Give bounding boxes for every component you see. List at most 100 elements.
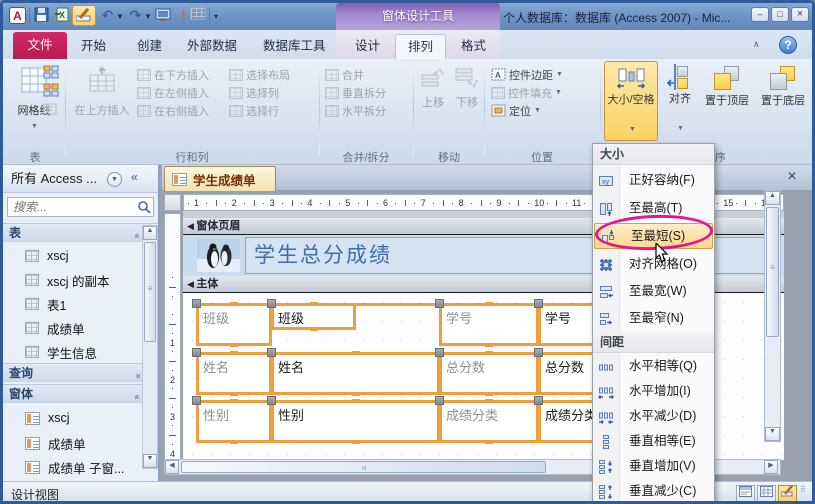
nav-item-form-xscj[interactable]: xscj xyxy=(3,406,143,430)
redo-dropdown-icon[interactable]: ▼ xyxy=(144,12,152,21)
split-horizontal-button[interactable]: 水平拆分 xyxy=(325,102,386,119)
insert-below-button[interactable]: 在下方插入 xyxy=(137,66,209,83)
bring-to-front-button[interactable]: 置于顶层 xyxy=(700,61,754,141)
section-collapse-icon[interactable]: ◀ xyxy=(187,221,196,231)
align-button[interactable]: 对齐 ▼ xyxy=(663,61,697,141)
nav-section-queries[interactable]: 查询 « xyxy=(3,363,158,382)
selection-handle[interactable] xyxy=(267,396,276,405)
document-tab-student-scores[interactable]: 学生成绩单 xyxy=(164,166,276,191)
tab-arrange[interactable]: 排列 xyxy=(395,34,447,59)
undo-icon[interactable]: ↶ xyxy=(99,7,116,24)
nav-item-form-chengjidan-sub[interactable]: 成绩单 子窗... xyxy=(3,455,143,479)
selection-handle[interactable] xyxy=(435,299,444,308)
tab-database-tools[interactable]: 数据库工具 xyxy=(251,34,338,59)
selection-handle[interactable] xyxy=(534,299,543,308)
tabular-layout-icon[interactable] xyxy=(43,83,59,103)
field-label-xuehao[interactable]: 学号 xyxy=(439,302,539,347)
split-vertical-button[interactable]: 垂直拆分 xyxy=(325,84,386,101)
document-vertical-scrollbar[interactable]: ▲ ≡ ▼ xyxy=(764,190,781,442)
insert-right-button[interactable]: 在右侧插入 xyxy=(137,102,209,119)
scroll-up-icon[interactable]: ▲ xyxy=(765,191,780,205)
scrollbar-thumb[interactable]: ≡ xyxy=(181,461,546,473)
nav-section-forms[interactable]: 窗体 « xyxy=(3,384,158,403)
menu-item-equal-horizontal[interactable]: 水平相等(Q) xyxy=(593,354,714,380)
control-margins-button[interactable]: A 控件边距 ▼ xyxy=(491,66,563,83)
design-view-icon[interactable] xyxy=(778,485,797,501)
selection-handle[interactable] xyxy=(435,396,444,405)
nav-item-table-xueshengxinxi[interactable]: 学生信息 xyxy=(3,340,143,364)
nav-item-table-biao1[interactable]: 表1 xyxy=(3,292,143,316)
scroll-left-icon[interactable]: ◀ xyxy=(165,460,179,474)
tab-file[interactable]: 文件 xyxy=(13,32,67,59)
insert-above-button[interactable]: 在上方插入 xyxy=(73,61,131,143)
move-up-button[interactable]: 上移 xyxy=(417,61,449,125)
close-button[interactable]: × xyxy=(791,7,809,22)
control-padding-button[interactable]: 控件填充 ▼ xyxy=(491,84,562,101)
field-label-zongfenshu[interactable]: 总分数 xyxy=(439,351,539,396)
design-view-qat-icon[interactable] xyxy=(72,5,96,26)
field-label-chengjifenlei[interactable]: 成绩分类 xyxy=(439,399,539,444)
section-collapse-icon[interactable]: ◀ xyxy=(187,279,196,289)
anchoring-button[interactable]: 定位 ▼ xyxy=(491,102,541,119)
nav-section-tables[interactable]: 表 « xyxy=(3,223,158,242)
close-document-icon[interactable]: ✕ xyxy=(784,169,800,185)
menu-item-decrease-vertical[interactable]: 垂直减少(C) xyxy=(593,479,714,501)
form-view-icon[interactable] xyxy=(736,485,755,501)
nav-item-table-xscj-copy[interactable]: xscj 的副本 xyxy=(3,268,143,292)
select-layout-button[interactable]: 选择布局 xyxy=(229,66,290,83)
scroll-right-icon[interactable]: ▶ xyxy=(764,460,778,474)
insert-left-button[interactable]: 在左侧插入 xyxy=(137,84,209,101)
nav-item-table-xscj[interactable]: xscj xyxy=(3,244,143,268)
minimize-button[interactable]: – xyxy=(751,7,769,22)
scroll-down-icon[interactable]: ▼ xyxy=(143,454,157,468)
selection-handle[interactable] xyxy=(534,348,543,357)
switch-view-icon[interactable] xyxy=(155,7,172,24)
menu-item-to-narrowest[interactable]: 至最窄(N) xyxy=(593,306,714,332)
help-icon[interactable]: ? xyxy=(779,36,797,54)
export-excel-icon[interactable]: X xyxy=(53,7,70,24)
field-label-xingbie[interactable]: 性别 xyxy=(196,399,272,444)
menu-item-to-fit[interactable]: xy 正好容纳(F) xyxy=(593,168,714,194)
select-row-button[interactable]: 选择行 xyxy=(229,102,279,119)
scrollbar-thumb[interactable]: ≡ xyxy=(766,207,779,337)
selection-handle[interactable] xyxy=(435,348,444,357)
menu-item-to-grid[interactable]: 对齐网格(O) xyxy=(593,252,714,278)
datasheet-view-icon[interactable] xyxy=(757,485,776,501)
tab-design[interactable]: 设计 xyxy=(343,34,392,59)
move-down-button[interactable]: 下移 xyxy=(451,61,483,125)
field-textbox-xingbie[interactable]: 性别 xyxy=(271,399,440,444)
selection-handle[interactable] xyxy=(192,299,201,308)
send-to-back-button[interactable]: 置于底层 xyxy=(756,61,810,141)
field-textbox-banji[interactable]: 班级 xyxy=(271,302,356,331)
selection-handle[interactable] xyxy=(267,348,276,357)
table-qat-icon[interactable] xyxy=(189,7,206,24)
save-icon[interactable] xyxy=(33,7,50,24)
field-label-xingming[interactable]: 姓名 xyxy=(196,351,272,396)
nav-pane-menu-icon[interactable]: ▼ xyxy=(107,172,122,187)
select-column-button[interactable]: 选择列 xyxy=(229,84,279,101)
field-textbox-xingming[interactable]: 姓名 xyxy=(271,351,440,396)
field-label-banji[interactable]: 班级 xyxy=(196,302,272,347)
selection-handle[interactable] xyxy=(267,299,276,308)
size-space-button[interactable]: 大小/空格 ▼ xyxy=(604,61,658,141)
tab-external-data[interactable]: 外部数据 xyxy=(175,34,249,59)
selection-handle[interactable] xyxy=(192,348,201,357)
menu-item-decrease-horizontal[interactable]: 水平减少(D) xyxy=(593,404,714,430)
scroll-up-icon[interactable]: ▲ xyxy=(143,226,157,240)
search-icon[interactable] xyxy=(137,200,151,214)
menu-item-equal-vertical[interactable]: 垂直相等(E) xyxy=(593,429,714,455)
tab-format[interactable]: 格式 xyxy=(449,34,498,59)
search-input[interactable] xyxy=(11,199,129,215)
merge-button[interactable]: 合并 xyxy=(325,66,364,83)
selection-handle[interactable] xyxy=(534,396,543,405)
undo-dropdown-icon[interactable]: ▼ xyxy=(116,12,124,21)
menu-item-to-widest[interactable]: 至最宽(W) xyxy=(593,279,714,305)
tab-home[interactable]: 开始 xyxy=(69,34,118,59)
resize-grip[interactable]: ⠿ xyxy=(800,486,806,494)
nav-collapse-icon[interactable]: « xyxy=(131,170,138,184)
collapse-ribbon-icon[interactable]: ∧ xyxy=(753,39,760,50)
tab-create[interactable]: 创建 xyxy=(125,34,174,59)
selection-handle[interactable] xyxy=(192,396,201,405)
nav-item-form-chengjidan[interactable]: 成绩单 xyxy=(3,431,143,455)
scrollbar-thumb[interactable]: ≡ xyxy=(144,242,156,342)
